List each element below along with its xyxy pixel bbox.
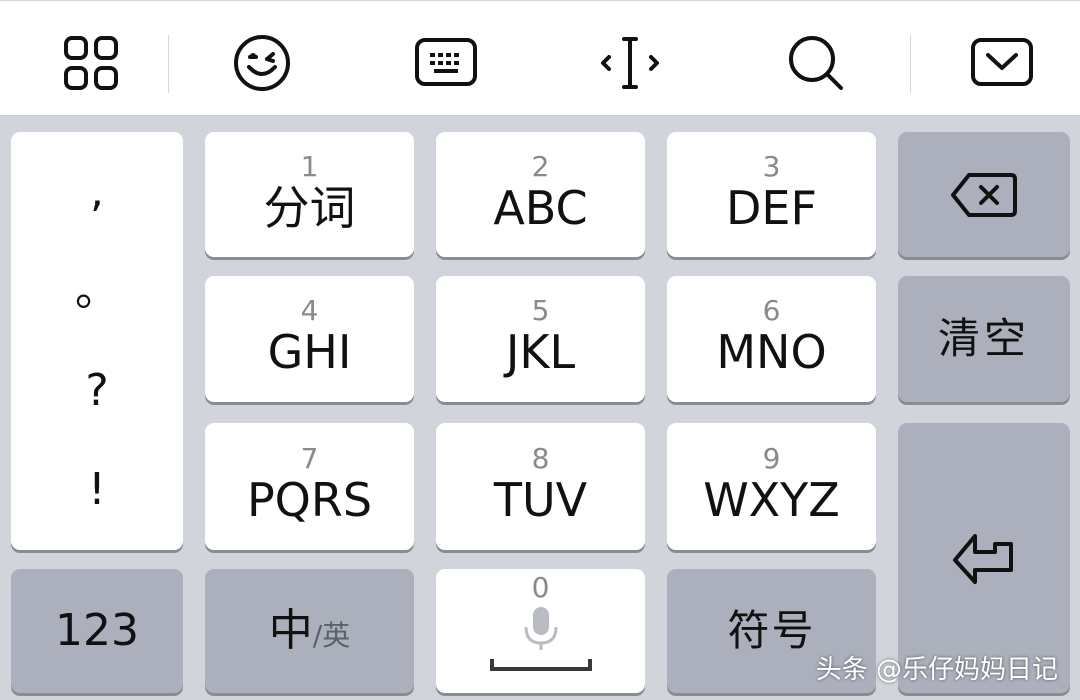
key-label: DEF [726, 180, 817, 235]
key-8-tuv[interactable]: 8 TUV [436, 423, 645, 550]
grid-apps-icon [64, 36, 118, 90]
key-number: 1 [300, 149, 319, 183]
key-label: MNO [716, 325, 827, 379]
backspace-icon [951, 172, 1017, 217]
key-4-ghi[interactable]: 4 GHI [205, 276, 414, 402]
key-3-def[interactable]: 3 DEF [667, 132, 876, 257]
language-switch-key[interactable]: 中 /英 [205, 569, 414, 693]
key-6-mno[interactable]: 6 MNO [667, 276, 876, 402]
lang-main-label: 中 [268, 605, 313, 656]
key-number: 4 [300, 294, 319, 327]
key-label: ABC [493, 180, 588, 235]
hide-keyboard-icon [971, 38, 1033, 86]
watermark: 头条 @乐仔妈妈日记 [815, 655, 1058, 685]
numbers-key[interactable]: 123 [11, 569, 183, 693]
search-button[interactable] [766, 25, 866, 101]
toolbar-divider [168, 35, 169, 93]
punctuation-column: , 。 ? ! [11, 132, 183, 550]
key-label: JKL [505, 325, 576, 379]
key-label: GHI [267, 325, 352, 379]
clear-label: 清空 [937, 314, 1030, 363]
key-number: 7 [300, 441, 319, 475]
toolbar-divider [910, 35, 911, 93]
grid-apps-button[interactable] [41, 25, 141, 101]
space-key[interactable]: 0 [436, 569, 645, 693]
punct-question-key[interactable]: ? [85, 365, 108, 416]
key-label: PQRS [246, 472, 373, 527]
key-2-abc[interactable]: 2 ABC [436, 132, 645, 257]
t9-keyboard: , 。 ? ! 1 分词 2 ABC 3 DEF 4 GHI 5 JKL 6 M… [0, 116, 1080, 700]
key-9-wxyz[interactable]: 9 WXYZ [667, 423, 876, 550]
numbers-label: 123 [55, 605, 139, 656]
key-label: TUV [493, 472, 588, 527]
keyboard-toolbar [0, 0, 1080, 116]
return-icon [953, 534, 1013, 584]
cursor-move-button[interactable] [580, 25, 680, 101]
key-1-segment[interactable]: 1 分词 [205, 132, 414, 257]
punct-exclamation-key[interactable]: ! [88, 465, 106, 515]
punct-comma-key[interactable]: , [90, 166, 104, 217]
emoji-button[interactable] [212, 25, 312, 101]
keyboard-icon [415, 38, 477, 86]
backspace-key[interactable] [898, 132, 1070, 257]
hide-keyboard-button[interactable] [952, 25, 1052, 101]
key-label: WXYZ [703, 472, 840, 527]
search-icon [789, 36, 843, 90]
key-number: 6 [762, 294, 781, 327]
keyboard-switch-button[interactable] [396, 25, 496, 101]
key-number: 0 [531, 571, 550, 604]
lang-sub-label: /英 [312, 619, 351, 652]
key-5-jkl[interactable]: 5 JKL [436, 276, 645, 402]
clear-key[interactable]: 清空 [898, 276, 1070, 402]
emoji-icon [234, 35, 290, 91]
cursor-move-icon [601, 37, 659, 89]
key-number: 9 [762, 441, 781, 475]
symbols-label: 符号 [727, 606, 816, 655]
key-number: 2 [531, 149, 550, 183]
key-7-pqrs[interactable]: 7 PQRS [205, 423, 414, 550]
key-number: 8 [531, 441, 550, 475]
space-bar-icon [489, 659, 592, 671]
key-number: 3 [762, 149, 781, 183]
punct-period-key[interactable]: 。 [75, 266, 119, 316]
key-label: 分词 [263, 180, 356, 235]
key-number: 5 [531, 294, 550, 327]
microphone-icon [524, 607, 557, 650]
